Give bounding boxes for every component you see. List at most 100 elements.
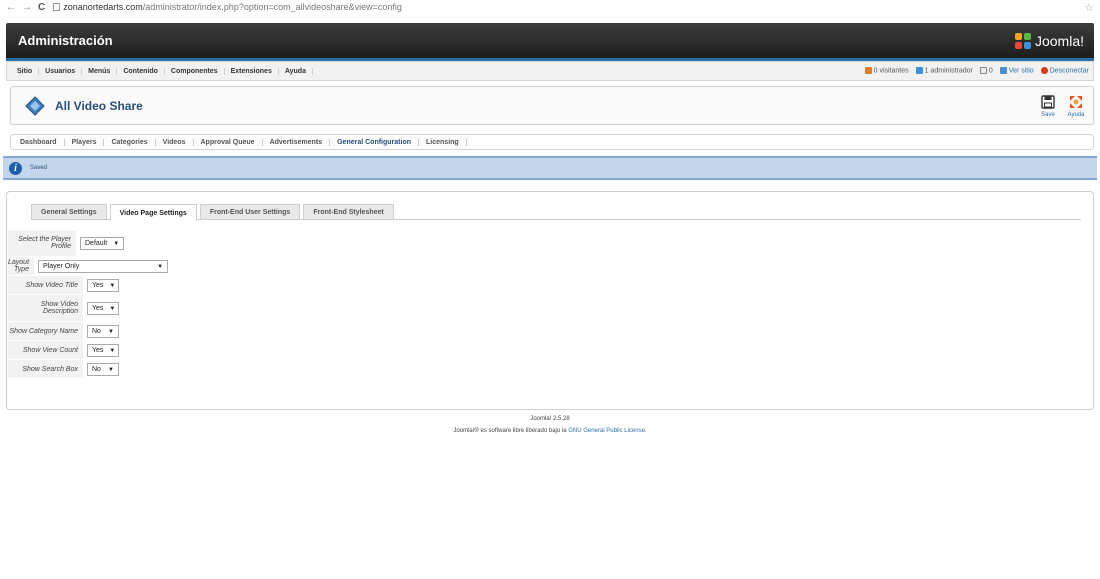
bookmark-star-icon[interactable]: ☆ (1084, 1, 1094, 14)
submenu-licensing[interactable]: Licensing (419, 138, 467, 146)
layout-type-label: Layout Type (8, 257, 35, 276)
chevron-down-icon: ▼ (108, 366, 114, 373)
component-heading: All Video Share (25, 95, 143, 116)
tab-front-end-user-settings[interactable]: Front-End User Settings (199, 204, 301, 219)
messages-status[interactable]: 0 (979, 67, 993, 75)
layout-type-select[interactable]: Player Only ▼ (38, 260, 169, 273)
show-view-count-label: Show View Count (8, 341, 83, 360)
show-video-title-select[interactable]: Yes ▼ (87, 279, 119, 292)
messages-icon (979, 67, 987, 75)
form-row: Show View Count Yes ▼ (8, 341, 124, 360)
joomla-logo-text: Joomla! (1034, 32, 1084, 49)
chevron-down-icon: ▼ (108, 328, 114, 335)
tab-front-end-stylesheet[interactable]: Front-End Stylesheet (303, 204, 394, 219)
component-toolbar: All Video Share Save Ayuda (10, 86, 1094, 125)
page-icon (53, 3, 61, 11)
messages-count: 0 (988, 67, 993, 75)
visitors-text: 0 visitantes (873, 67, 909, 75)
form-row: Layout Type Player Only ▼ (8, 257, 169, 276)
config-panel: General Settings Video Page Settings Fro… (6, 191, 1094, 410)
chevron-down-icon: ▼ (109, 282, 116, 289)
show-video-description-value: Yes (92, 305, 104, 312)
toolbar-actions: Save Ayuda (1037, 94, 1087, 118)
help-label: Ayuda (1067, 111, 1085, 118)
license-prefix: Joomla!® es software libre liberado bajo… (453, 428, 567, 434)
page-title: All Video Share (55, 98, 143, 113)
view-site-text: Ver sitio (1008, 67, 1034, 75)
menu-item-sitio[interactable]: Sitio (11, 67, 40, 75)
menu-item-componentes[interactable]: Componentes (165, 67, 225, 75)
show-view-count-value: Yes (92, 347, 104, 354)
video-page-settings-form: Select the Player Profile Default ▼ Layou… (8, 230, 169, 379)
page-footer: Joomla! 2.5.28 Joomla!® es software libr… (0, 416, 1100, 434)
show-category-name-label: Show Category Name (8, 322, 83, 341)
show-category-name-select[interactable]: No ▼ (87, 325, 119, 338)
menu-item-ayuda[interactable]: Ayuda (279, 67, 313, 75)
show-video-description-select[interactable]: Yes ▼ (87, 302, 119, 315)
main-menu: Sitio Usuarios Menús Contenido Component… (11, 67, 313, 75)
layout-type-value: Player Only (43, 263, 80, 270)
reload-icon[interactable]: C (38, 2, 45, 13)
player-profile-value: Default (85, 240, 108, 247)
show-video-description-label: Show Video Description (8, 295, 83, 322)
admin-title: Administración (18, 33, 113, 48)
joomla-logo: Joomla! (1014, 32, 1084, 49)
menu-item-menus[interactable]: Menús (82, 67, 118, 75)
show-video-title-label: Show Video Title (8, 276, 83, 295)
show-video-title-value: Yes (92, 282, 104, 289)
config-tabs: General Settings Video Page Settings Fro… (31, 204, 1081, 221)
show-search-box-value: No (92, 366, 101, 373)
submenu-players[interactable]: Players (65, 138, 105, 146)
url-field[interactable]: zonanortedarts.com/administrator/index.p… (63, 2, 402, 12)
chevron-down-icon: ▼ (109, 305, 116, 312)
video-share-icon (25, 95, 45, 116)
admins-text: 1 administrador (924, 67, 973, 75)
player-profile-label: Select the Player Profile (8, 230, 76, 257)
info-icon: i (9, 161, 22, 175)
view-site-link[interactable]: Ver sitio (999, 67, 1034, 75)
gpl-license-link[interactable]: GNU General Public License. (568, 428, 646, 434)
forward-icon[interactable]: → (22, 2, 32, 13)
component-submenu: Dashboard Players Categories Videos Appr… (10, 134, 1094, 150)
submenu-advertisements[interactable]: Advertisements (263, 138, 331, 146)
view-site-icon (999, 67, 1007, 75)
logout-link[interactable]: Desconectar (1040, 67, 1089, 75)
menu-item-extensiones[interactable]: Extensiones (225, 67, 279, 75)
form-row: Show Video Title Yes ▼ (8, 276, 124, 295)
admin-menubar: Sitio Usuarios Menús Contenido Component… (6, 61, 1094, 81)
submenu-approval-queue[interactable]: Approval Queue (194, 138, 263, 146)
status-area: 0 visitantes 1 administrador 0 Ver sitio… (864, 67, 1089, 75)
admins-icon (915, 67, 923, 75)
form-row: Select the Player Profile Default ▼ (8, 230, 124, 257)
form-row: Show Category Name No ▼ (8, 322, 124, 341)
joomla-version: Joomla! 2.5.28 (530, 416, 570, 422)
submenu-dashboard[interactable]: Dashboard (13, 138, 65, 146)
tab-general-settings[interactable]: General Settings (31, 204, 107, 219)
message-text: Saved (30, 165, 48, 171)
menu-item-contenido[interactable]: Contenido (117, 67, 165, 75)
visitors-status: 0 visitantes (864, 67, 909, 75)
system-message: i Saved (3, 156, 1097, 180)
chevron-down-icon: ▼ (109, 347, 116, 354)
submenu-videos[interactable]: Videos (156, 138, 194, 146)
help-icon (1070, 95, 1082, 108)
url-host: zonanortedarts.com (63, 2, 143, 12)
save-label: Save (1041, 111, 1055, 118)
player-profile-select[interactable]: Default ▼ (80, 237, 124, 250)
form-row: Show Search Box No ▼ (8, 360, 124, 379)
chevron-down-icon: ▼ (113, 240, 120, 247)
logout-icon (1040, 67, 1048, 75)
show-view-count-select[interactable]: Yes ▼ (87, 344, 119, 357)
show-search-box-select[interactable]: No ▼ (87, 363, 119, 376)
back-icon[interactable]: ← (6, 2, 16, 13)
save-button[interactable]: Save (1037, 94, 1059, 118)
submenu-categories[interactable]: Categories (104, 138, 156, 146)
submenu-general-configuration[interactable]: General Configuration (330, 138, 420, 146)
license-notice: Joomla!® es software libre liberado bajo… (0, 428, 1100, 434)
visitors-icon (864, 67, 872, 75)
save-icon (1041, 94, 1055, 109)
show-category-name-value: No (92, 328, 101, 335)
menu-item-usuarios[interactable]: Usuarios (39, 67, 83, 75)
help-button[interactable]: Ayuda (1065, 94, 1087, 118)
tab-video-page-settings[interactable]: Video Page Settings (109, 204, 197, 221)
